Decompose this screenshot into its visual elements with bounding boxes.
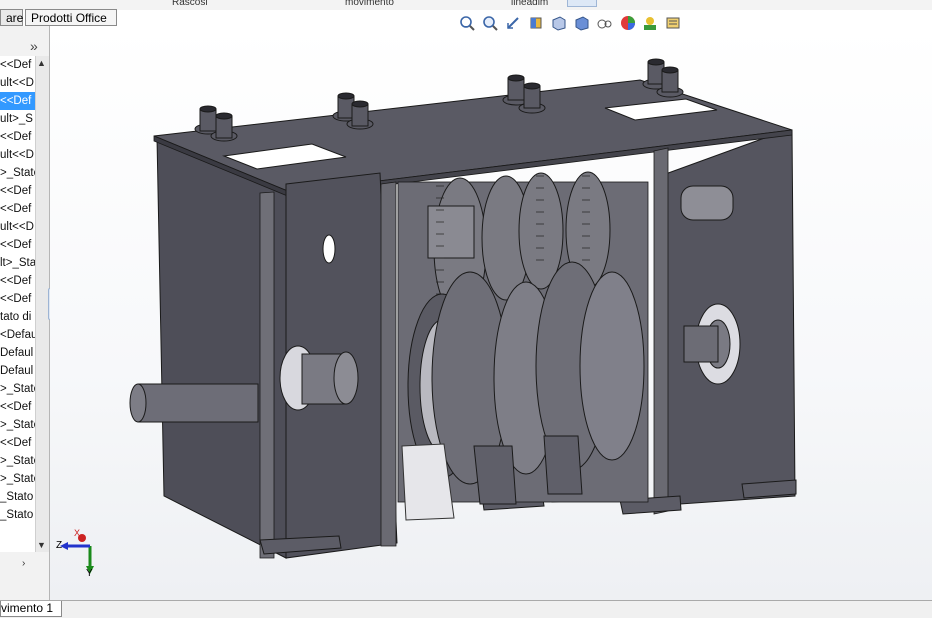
tree-item[interactable]: <<Def <box>0 128 35 146</box>
tree-item[interactable]: <<Def <box>0 434 35 452</box>
tree-item[interactable]: <<Def <box>0 290 35 308</box>
tree-item[interactable]: >_Stato <box>0 164 35 182</box>
tree-item[interactable]: >_Stato <box>0 452 35 470</box>
inner-plate-edge <box>380 181 397 547</box>
triad-x-label: X <box>74 528 81 538</box>
tree-item[interactable]: <<Def <box>0 272 35 290</box>
tree-item[interactable]: <Defau <box>0 326 35 344</box>
display-style-icon[interactable] <box>573 14 591 32</box>
view-orientation-icon[interactable] <box>550 14 568 32</box>
tree-item[interactable]: Defaul <box>0 362 35 380</box>
tree-item[interactable]: <<Def <box>0 200 35 218</box>
tree-item[interactable]: ult>_S <box>0 110 35 128</box>
command-label-cut[interactable]: Rascosi <box>172 0 208 6</box>
tree-item[interactable]: <<Def <box>0 398 35 416</box>
scroll-down-icon[interactable]: ▼ <box>37 540 46 550</box>
command-manager-strip <box>0 0 932 10</box>
tree-item[interactable]: ult<<D <box>0 218 35 236</box>
tab-software[interactable]: are <box>0 9 23 26</box>
triad-y-label: Y <box>86 568 93 579</box>
command-button-highlighted[interactable] <box>567 0 597 7</box>
tree-item[interactable]: <<Def <box>0 56 35 74</box>
section-view-icon[interactable] <box>527 14 545 32</box>
zoom-area-icon[interactable] <box>481 14 499 32</box>
scroll-right-icon[interactable]: › <box>22 558 25 569</box>
tree-scrollbar[interactable]: ▲ ▼ <box>35 56 49 552</box>
tree-item[interactable]: >_Stato <box>0 416 35 434</box>
tab-office-products[interactable]: Prodotti Office <box>25 9 117 26</box>
tree-item[interactable]: >_Stato <box>0 380 35 398</box>
tree-item[interactable]: tato di <box>0 308 35 326</box>
command-label-cut[interactable]: lineadim <box>511 0 548 6</box>
plate-front-edge <box>259 191 275 559</box>
gearbox-model[interactable] <box>50 26 932 600</box>
tree-item[interactable]: ult<<D <box>0 74 35 92</box>
tree-item[interactable]: <<Def <box>0 92 35 110</box>
view-settings-icon[interactable] <box>665 14 683 32</box>
tree-item[interactable]: _Stato <box>0 506 35 524</box>
heads-up-view-toolbar <box>458 13 683 33</box>
graphics-viewport[interactable]: Z X Y <box>50 26 932 600</box>
collapse-panel-icon[interactable]: » <box>30 38 38 54</box>
edit-appearance-icon[interactable] <box>619 14 637 32</box>
tree-item[interactable]: >_Stato <box>0 470 35 488</box>
plate-hole <box>322 234 336 264</box>
command-label-cut[interactable]: movimento <box>345 0 394 6</box>
model-tabs-bar: vimento 1 <box>0 600 932 618</box>
tree-item[interactable]: _Stato <box>0 488 35 506</box>
zoom-to-fit-icon[interactable] <box>458 14 476 32</box>
tree-item[interactable]: ult<<D <box>0 146 35 164</box>
tree-item[interactable]: Defaul <box>0 344 35 362</box>
triad-z-label: Z <box>56 540 63 551</box>
inner-plate-edge <box>653 147 669 515</box>
feature-tree: <<Defult<<D<<Defult>_S<<Defult<<D>_Stato… <box>0 56 35 552</box>
tab-motion-study[interactable]: vimento 1 <box>0 601 63 617</box>
tree-item[interactable]: <<Def <box>0 236 35 254</box>
tree-item[interactable]: lt>_Sta <box>0 254 35 272</box>
previous-view-icon[interactable] <box>504 14 522 32</box>
tree-item[interactable]: <<Def <box>0 182 35 200</box>
hide-show-icon[interactable] <box>596 14 614 32</box>
scroll-up-icon[interactable]: ▲ <box>37 58 46 68</box>
apply-scene-icon[interactable] <box>642 14 660 32</box>
